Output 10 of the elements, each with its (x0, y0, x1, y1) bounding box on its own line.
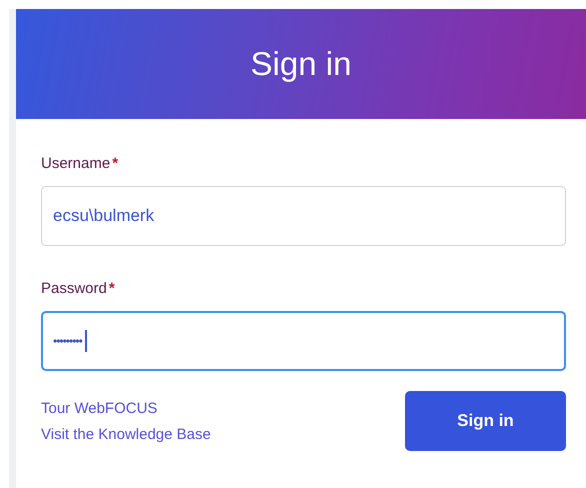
required-marker: * (112, 155, 118, 172)
input-field[interactable]: ecsu\bulmerk (41, 186, 566, 246)
link[interactable]: Tour WebFOCUS (41, 400, 211, 416)
link[interactable]: Visit the Knowledge Base (41, 426, 211, 442)
field-label: Username (41, 155, 110, 172)
input-field[interactable]: ••••••••• (41, 311, 566, 371)
field-label: Password (41, 280, 107, 297)
required-marker: * (108, 280, 115, 297)
sign-in-button[interactable]: Sign in (405, 391, 566, 451)
header-title: Sign in (250, 45, 352, 83)
